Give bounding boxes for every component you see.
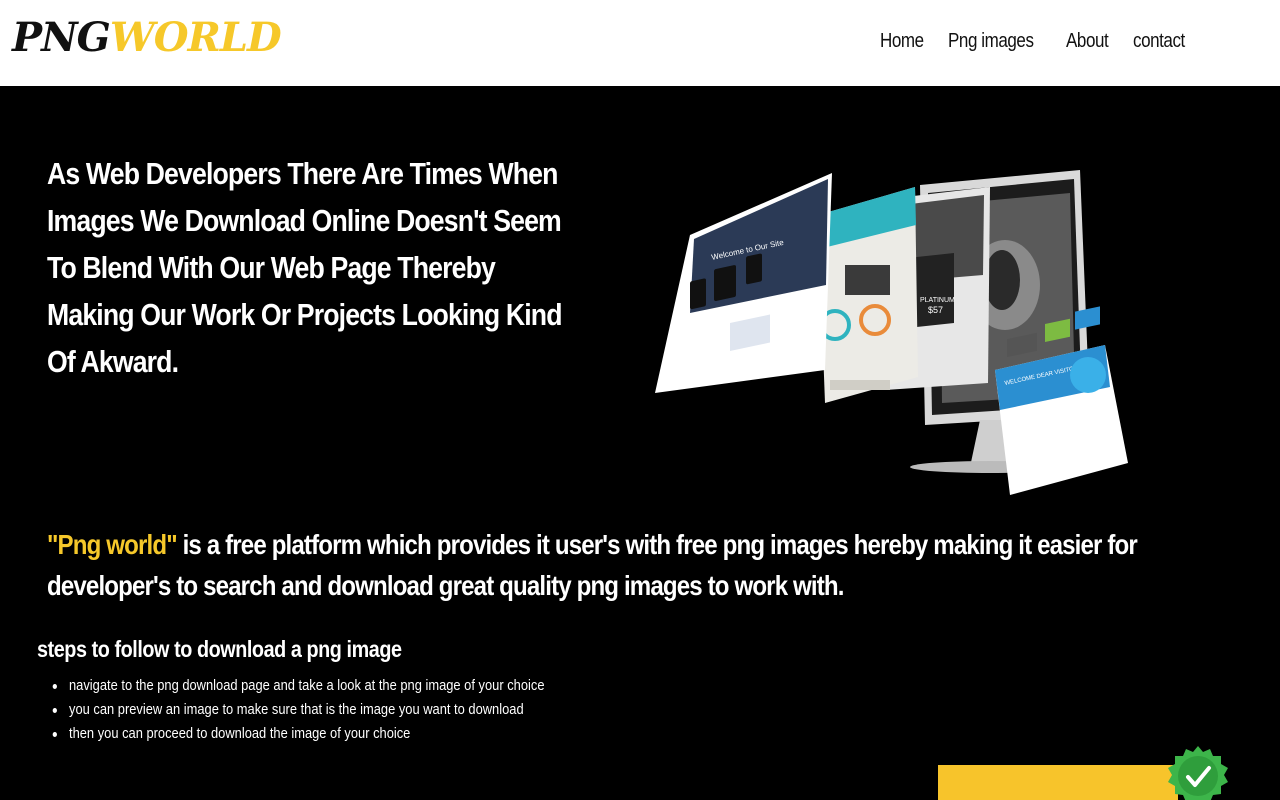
steps-list: navigate to the png download page and ta… <box>52 674 622 746</box>
nav-contact[interactable]: contact <box>1133 30 1185 53</box>
main-nav: Home Png images About contact <box>880 30 1194 53</box>
logo-world-text: WORLD <box>109 14 282 61</box>
brand-name: "Png world" <box>47 529 178 560</box>
responsive-devices-image: PLATINUM $57 Welcome to Our Site WELCOME… <box>650 165 1130 500</box>
hero-heading: As Web Developers There Are Times When I… <box>47 156 563 379</box>
logo-png-text: PNG <box>12 14 111 61</box>
list-item: then you can proceed to download the ima… <box>52 722 544 746</box>
nav-home[interactable]: Home <box>880 30 924 53</box>
intro-paragraph: "Png world" is a free platform which pro… <box>47 524 1234 606</box>
nav-about[interactable]: About <box>1066 30 1109 53</box>
steps-heading: steps to follow to download a png image <box>37 636 402 662</box>
checkmark-badge-icon <box>1168 746 1228 800</box>
list-item: you can preview an image to make sure th… <box>52 698 544 722</box>
svg-text:$57: $57 <box>928 305 943 315</box>
intro-text: is a free platform which provides it use… <box>47 529 1138 601</box>
list-item: navigate to the png download page and ta… <box>52 674 544 698</box>
devices-illustration: PLATINUM $57 Welcome to Our Site WELCOME… <box>655 170 1128 495</box>
svg-text:PLATINUM: PLATINUM <box>920 297 955 304</box>
site-logo[interactable]: PNGWORLD <box>12 18 282 58</box>
download-banner <box>938 765 1178 800</box>
site-header: PNGWORLD Home Png images About contact <box>0 0 1280 86</box>
nav-png-images[interactable]: Png images <box>948 30 1034 53</box>
